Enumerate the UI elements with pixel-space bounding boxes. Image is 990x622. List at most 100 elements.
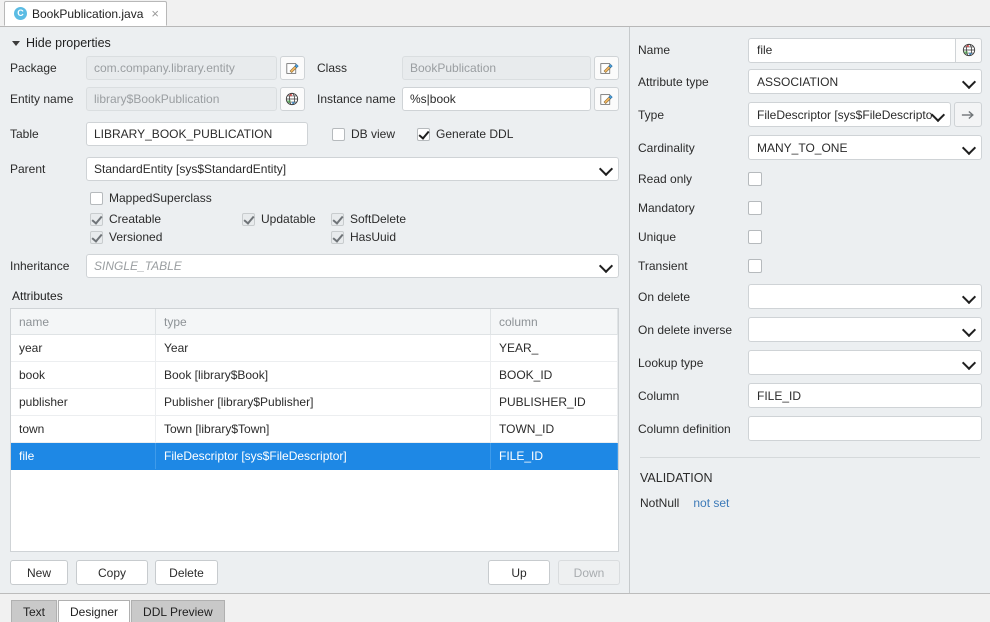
- column-label: Column: [638, 388, 680, 403]
- attribute-type-combo[interactable]: ASSOCIATION: [748, 69, 982, 94]
- hide-properties-label: Hide properties: [26, 36, 111, 50]
- versioned-label: Versioned: [109, 230, 163, 244]
- row-transient: Transient: [638, 251, 982, 280]
- editor-tab-bookpublication[interactable]: C BookPublication.java ×: [4, 1, 167, 26]
- transient-checkbox[interactable]: [748, 258, 762, 273]
- entity-name-globe-button[interactable]: [279, 87, 305, 111]
- instance-name-field[interactable]: %s|book: [401, 87, 591, 111]
- transient-label: Transient: [638, 258, 688, 273]
- new-button[interactable]: New: [10, 560, 68, 585]
- lookup-type-combo[interactable]: [748, 350, 982, 375]
- attributes-button-bar: New Copy Delete Up Down: [0, 553, 629, 594]
- row-inheritance: Inheritance SINGLE_TABLE: [10, 254, 619, 278]
- cell-name: publisher: [11, 388, 156, 416]
- not-null-link[interactable]: not set: [693, 496, 729, 510]
- attribute-inspector-pane: Name file Attribute type ASSOCIATION Typ…: [633, 27, 990, 594]
- validation-title: VALIDATION: [640, 471, 713, 485]
- table-row[interactable]: book Book [library$Book] BOOK_ID: [11, 361, 618, 389]
- close-icon[interactable]: ×: [151, 7, 159, 20]
- tab-text[interactable]: Text: [11, 600, 58, 622]
- type-navigate-button[interactable]: [954, 102, 982, 127]
- not-null-label: NotNull: [640, 496, 680, 510]
- column-definition-label: Column definition: [638, 421, 731, 436]
- type-label: Type: [638, 107, 665, 122]
- attr-name-field[interactable]: file: [748, 37, 956, 63]
- column-field[interactable]: FILE_ID: [748, 383, 982, 408]
- cardinality-combo[interactable]: MANY_TO_ONE: [748, 135, 982, 160]
- checkbox-box: [331, 230, 344, 244]
- row-traits-2: Versioned HasUuid: [10, 230, 619, 244]
- column-definition-field[interactable]: [748, 416, 982, 441]
- row-entityname-instancename: Entity name library$BookPublication Inst…: [10, 87, 619, 111]
- on-delete-combo[interactable]: [748, 284, 982, 309]
- package-edit-button[interactable]: [279, 56, 305, 80]
- column-header-name[interactable]: name: [11, 309, 156, 335]
- caret-down-icon: [12, 40, 20, 46]
- copy-button[interactable]: Copy: [76, 560, 148, 585]
- globe-icon: [962, 43, 975, 57]
- down-button: Down: [558, 560, 620, 585]
- editor-tab-strip: C BookPublication.java ×: [0, 0, 990, 27]
- hasuuid-label: HasUuid: [350, 230, 397, 244]
- cell-name: town: [11, 415, 156, 443]
- on-delete-inverse-combo[interactable]: [748, 317, 982, 342]
- tab-designer[interactable]: Designer: [58, 600, 131, 622]
- cell-column: FILE_ID: [490, 442, 618, 470]
- row-read-only: Read only: [638, 164, 982, 193]
- mandatory-label: Mandatory: [638, 200, 695, 215]
- generate-ddl-checkbox[interactable]: Generate DDL: [395, 127, 513, 141]
- db-view-label: DB view: [351, 127, 396, 141]
- versioned-checkbox[interactable]: Versioned: [86, 230, 331, 244]
- parent-combo[interactable]: StandardEntity [sys$StandardEntity]: [86, 157, 619, 181]
- checkbox-box: [90, 212, 103, 226]
- row-cardinality: Cardinality MANY_TO_ONE: [638, 131, 982, 164]
- table-row[interactable]: year Year YEAR_: [11, 334, 618, 362]
- cell-type: Publisher [library$Publisher]: [155, 388, 491, 416]
- chevron-down-icon: [930, 107, 946, 122]
- generate-ddl-label: Generate DDL: [436, 127, 514, 141]
- entity-name-field: library$BookPublication: [86, 87, 277, 111]
- class-edit-button[interactable]: [594, 56, 619, 80]
- unique-checkbox[interactable]: [748, 229, 762, 244]
- arrow-right-icon: [961, 110, 974, 119]
- table-row[interactable]: town Town [library$Town] TOWN_ID: [11, 415, 618, 443]
- tab-ddl-preview[interactable]: DDL Preview: [131, 600, 225, 622]
- checkbox-box: [417, 127, 431, 141]
- attributes-table: name type column year Year YEAR_ book Bo…: [11, 309, 618, 470]
- table-field[interactable]: LIBRARY_BOOK_PUBLICATION: [86, 122, 308, 146]
- type-combo[interactable]: FileDescriptor [sys$FileDescripto: [748, 102, 951, 127]
- updatable-checkbox[interactable]: Updatable: [242, 212, 331, 226]
- table-row-selected[interactable]: file FileDescriptor [sys$FileDescriptor]…: [11, 442, 618, 470]
- mandatory-checkbox[interactable]: [748, 200, 762, 215]
- type-value: FileDescriptor [sys$FileDescripto: [757, 107, 933, 122]
- attr-name-label: Name: [638, 43, 671, 57]
- edit-icon: [286, 62, 299, 74]
- row-type: Type FileDescriptor [sys$FileDescripto: [638, 98, 982, 131]
- up-button[interactable]: Up: [488, 560, 550, 585]
- read-only-checkbox[interactable]: [748, 171, 762, 186]
- editor-mode-tabbar: Text Designer DDL Preview: [0, 593, 990, 622]
- row-not-null: NotNull not set: [638, 496, 982, 510]
- delete-button[interactable]: Delete: [155, 560, 218, 585]
- checkbox-box: [90, 191, 103, 205]
- column-header-type[interactable]: type: [155, 309, 491, 335]
- attribute-type-label: Attribute type: [638, 74, 709, 89]
- creatable-checkbox[interactable]: Creatable: [86, 212, 242, 226]
- mapped-superclass-checkbox[interactable]: MappedSuperclass: [86, 191, 212, 205]
- column-header-column[interactable]: column: [490, 309, 618, 335]
- entity-name-label: Entity name: [10, 92, 74, 106]
- inheritance-value: SINGLE_TABLE: [94, 259, 182, 273]
- attributes-table-container: name type column year Year YEAR_ book Bo…: [10, 308, 619, 552]
- hasuuid-checkbox[interactable]: HasUuid: [331, 230, 396, 244]
- chevron-down-icon: [961, 74, 977, 89]
- mapped-superclass-label: MappedSuperclass: [109, 191, 212, 205]
- hide-properties-toggle[interactable]: Hide properties: [0, 27, 629, 56]
- cardinality-label: Cardinality: [638, 140, 695, 155]
- attr-name-globe-button[interactable]: [956, 37, 982, 63]
- table-row[interactable]: publisher Publisher [library$Publisher] …: [11, 388, 618, 416]
- instance-name-edit-button[interactable]: [594, 87, 619, 111]
- cardinality-value: MANY_TO_ONE: [757, 140, 848, 155]
- inheritance-combo[interactable]: SINGLE_TABLE: [86, 254, 619, 278]
- softdelete-checkbox[interactable]: SoftDelete: [331, 212, 406, 226]
- db-view-checkbox[interactable]: DB view: [308, 127, 395, 141]
